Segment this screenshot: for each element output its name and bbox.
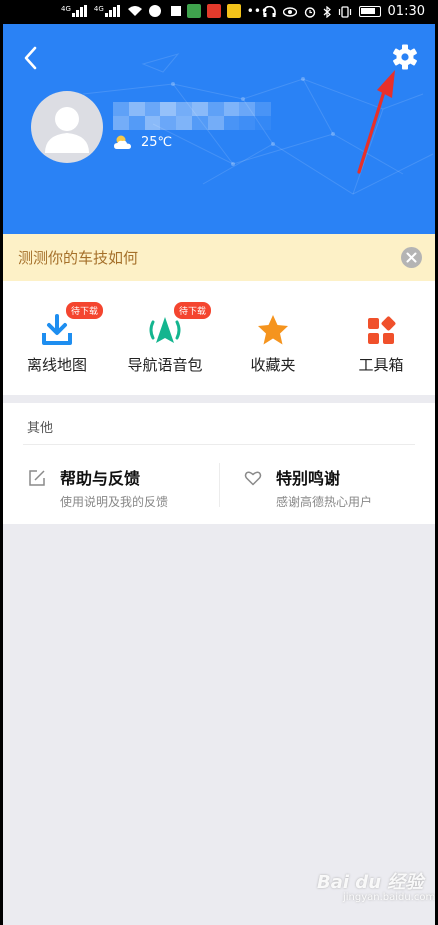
status-bar-right: 01:30 xyxy=(262,4,425,19)
username-blurred xyxy=(113,102,271,130)
tool-label: 收藏夹 xyxy=(250,356,296,374)
other-section: 其他 帮助与反馈 使用说明及我的反馈 特别鸣谢 感谢高德热心用户 xyxy=(3,403,435,524)
globe-icon xyxy=(148,5,161,17)
special-thanks-subtitle: 感谢高德热心用户 xyxy=(276,495,373,509)
battery-icon xyxy=(358,6,381,17)
status-bar-time: 01:30 xyxy=(387,4,425,19)
edit-icon xyxy=(29,470,45,486)
section-divider xyxy=(23,444,415,445)
partly-cloudy-icon xyxy=(114,135,131,149)
settings-gear-icon[interactable] xyxy=(391,43,419,71)
banner-close-button[interactable] xyxy=(401,247,422,268)
help-feedback-subtitle: 使用说明及我的反馈 xyxy=(60,495,169,509)
sim1-label: 4G xyxy=(61,5,71,13)
tool-badge: 待下载 xyxy=(66,302,104,319)
app-notification-yellow-icon xyxy=(226,4,241,18)
app-notification-green-icon xyxy=(186,4,201,18)
app-frame: 4G 4G ••• 01:30 25℃ 测测你的车技如何 待下载 离线地图 待下… xyxy=(3,0,435,925)
bluetooth-icon xyxy=(323,5,331,18)
default-user-icon xyxy=(45,107,89,153)
close-icon xyxy=(406,252,417,263)
wifi-icon xyxy=(127,6,142,16)
vibrate-icon xyxy=(338,5,351,18)
alarm-icon xyxy=(304,6,315,18)
square-notification-icon xyxy=(170,6,181,16)
download-icon xyxy=(42,314,72,345)
tool-badge: 待下载 xyxy=(174,302,212,319)
tool-label: 工具箱 xyxy=(358,356,404,374)
item-divider xyxy=(219,463,220,507)
baidu-watermark: Bai du 经验 xyxy=(317,872,424,893)
toolbox-icon xyxy=(368,316,396,344)
baidu-watermark-url: jingyan.baidu.com xyxy=(343,892,435,903)
headset-icon xyxy=(262,5,276,17)
weather-info: 25℃ xyxy=(113,134,172,150)
tool-toolbox[interactable]: 工具箱 xyxy=(327,281,435,395)
sim1-signal-icon: 4G xyxy=(61,5,88,17)
app-notification-red-icon xyxy=(206,4,221,18)
avatar[interactable] xyxy=(31,91,103,163)
sim2-signal-icon: 4G xyxy=(94,5,121,17)
username-mosaic xyxy=(113,102,271,130)
status-bar: 4G 4G ••• 01:30 xyxy=(3,0,435,24)
banner-text[interactable]: 测测你的车技如何 xyxy=(18,247,138,268)
status-bar-left: 4G 4G ••• xyxy=(61,4,268,18)
tool-favorites[interactable]: 收藏夹 xyxy=(219,281,327,395)
help-feedback-label: 帮助与反馈 xyxy=(60,469,141,488)
tools-row: 待下载 离线地图 待下载 导航语音包 收藏夹 工具箱 xyxy=(3,281,435,395)
sim2-label: 4G xyxy=(93,5,104,13)
tool-voice-pack[interactable]: 待下载 导航语音包 xyxy=(111,281,219,395)
special-thanks-item[interactable]: 特别鸣谢 感谢高德热心用户 xyxy=(244,461,429,511)
other-section-title: 其他 xyxy=(27,421,54,436)
tool-offline-map[interactable]: 待下载 离线地图 xyxy=(3,281,111,395)
heart-icon xyxy=(244,471,262,486)
special-thanks-label: 特别鸣谢 xyxy=(276,469,341,488)
star-icon xyxy=(258,315,288,345)
tool-label: 离线地图 xyxy=(26,356,87,374)
tool-label: 导航语音包 xyxy=(127,356,203,374)
back-button[interactable] xyxy=(19,44,43,72)
weather-temperature: 25℃ xyxy=(141,134,173,150)
help-feedback-item[interactable]: 帮助与反馈 使用说明及我的反馈 xyxy=(28,461,213,511)
eye-icon xyxy=(282,6,297,17)
driving-test-banner[interactable]: 测测你的车技如何 xyxy=(3,234,435,281)
profile-header: 25℃ xyxy=(3,24,435,234)
voice-navigation-icon xyxy=(149,317,181,343)
